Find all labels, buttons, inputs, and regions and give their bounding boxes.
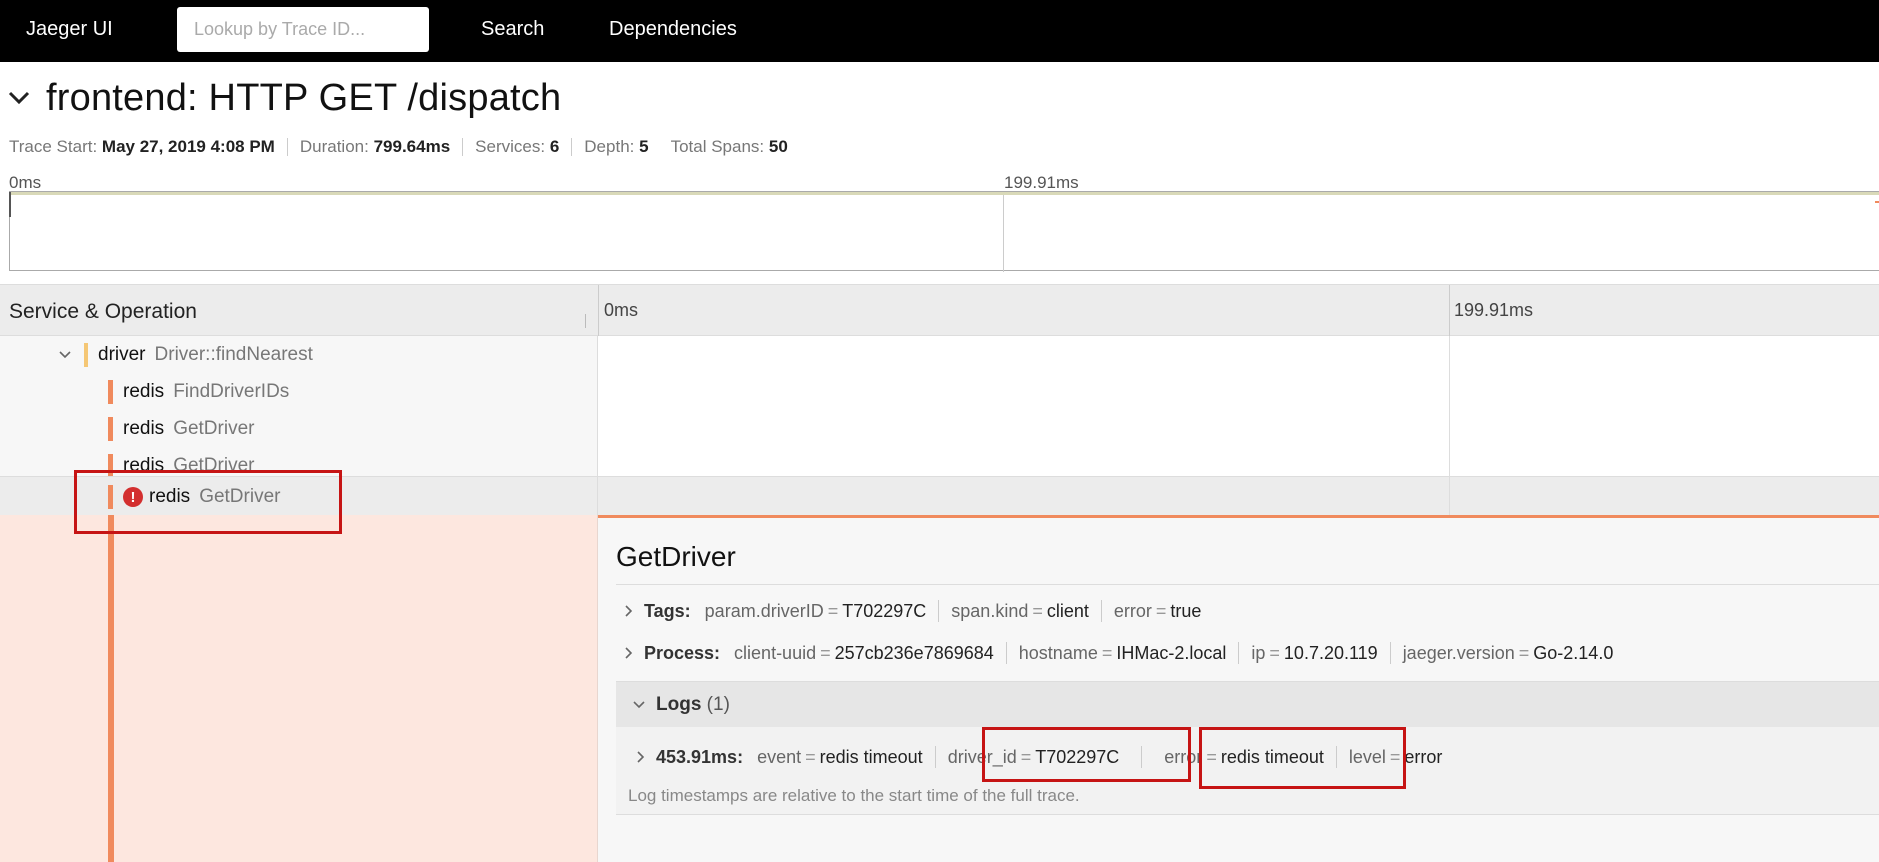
tags-section[interactable]: Tags: param.driverID = T702297C span.kind =… [624,600,1201,622]
column-divider [598,285,599,337]
brand-link[interactable]: Jaeger UI [26,18,113,41]
trace-start-label: Trace Start: [9,137,98,156]
tag-item: error = true [1113,600,1202,621]
trace-start-value: May 27, 2019 4:08 PM [101,137,275,156]
span-timeline-cell[interactable] [598,410,1879,447]
trace-meta: Trace Start: May 27, 2019 4:08 PM Durati… [9,137,788,157]
logs-count: (1) [706,694,730,715]
span-row[interactable]: driver Driver::findNearest [0,336,1879,373]
log-field: driver_id = T702297C [947,746,1120,767]
tags-label: Tags: [644,600,691,621]
services-value: 6 [549,137,560,156]
expand-chevron-icon[interactable] [58,350,72,360]
chevron-down-icon[interactable] [632,700,646,710]
process-section[interactable]: Process: client-uuid = 257cb236e7869684 ho… [624,642,1613,664]
depth-value: 5 [639,137,649,156]
collapse-chevron-icon[interactable] [8,87,30,109]
duration-value: 799.64ms [373,137,451,156]
logs-note: Log timestamps are relative to the start… [628,786,1080,805]
trace-title-row[interactable]: frontend: HTTP GET /dispatch [8,76,561,120]
logs-label: Logs [656,694,702,715]
span-operation: FindDriverIDs [173,381,290,402]
timeline-tick-1: 199.91ms [1454,300,1534,320]
span-service: redis [123,418,165,439]
depth-label: Depth: [584,137,635,156]
minimap-tick-1: 199.91ms [1004,173,1079,192]
chevron-right-icon[interactable] [624,646,634,660]
timeline-gridline [1449,285,1450,337]
span-operation: Driver::findNearest [154,344,313,365]
span-service: redis [149,486,191,507]
minimap-error-span [1875,201,1879,203]
service-operation-header: Service & Operation [9,300,197,323]
span-detail-gutter [0,515,598,862]
span-timeline-cell[interactable] [598,336,1879,373]
chevron-right-icon[interactable] [624,604,634,618]
duration-label: Duration: [299,137,369,156]
span-timeline-cell[interactable] [598,477,1879,516]
total-spans-value: 50 [768,137,788,156]
divider [616,584,1879,585]
log-field: error = redis timeout [1164,746,1324,767]
span-row[interactable]: redis FindDriverIDs [0,373,1879,410]
column-resize-handle[interactable] [585,314,586,328]
process-item: ip = 10.7.20.119 [1251,642,1378,663]
span-operation: GetDriver [173,455,255,476]
divider [462,138,464,156]
trace-minimap[interactable] [9,191,1879,272]
top-nav: Jaeger UI Search Dependencies [0,0,1879,62]
span-row-selected[interactable]: ! redis GetDriver [0,476,1879,516]
process-item: jaeger.version = Go-2.14.0 [1402,642,1614,663]
span-color-bar [108,485,113,509]
span-color-bar [108,380,113,404]
span-timeline-cell[interactable] [598,373,1879,410]
logs-section-header[interactable]: Logs (1) [616,681,1879,727]
process-item: hostname = IHMac-2.local [1018,642,1227,663]
span-color-bar [108,454,113,478]
minimap-span-strip [10,192,1879,195]
divider [571,138,573,156]
log-field: event = redis timeout [757,746,923,767]
span-color-bar [108,417,113,441]
span-detail-color-bar [108,515,114,862]
minimap-gridline [1003,195,1004,272]
minimap-cursor[interactable] [9,192,11,217]
log-field: level = error [1348,746,1443,767]
tag-item: param.driverID = T702297C [704,600,927,621]
trace-timeline-header: Service & Operation 0ms 199.91ms [0,284,1879,337]
tag-item: span.kind = client [951,600,1089,621]
span-operation: GetDriver [199,486,281,507]
total-spans-label: Total Spans: [670,137,765,156]
process-item: client-uuid = 257cb236e7869684 [734,642,994,663]
error-icon: ! [123,487,143,507]
span-detail-title: GetDriver [616,541,736,572]
trace-title: frontend: HTTP GET /dispatch [46,76,562,119]
span-service: redis [123,455,165,476]
services-label: Services: [475,137,546,156]
process-label: Process: [644,642,721,663]
nav-search-link[interactable]: Search [481,18,544,41]
log-time: 453.91ms: [656,746,744,767]
divider [286,138,288,156]
trace-id-lookup-input[interactable] [177,7,429,52]
span-service: driver [98,344,146,365]
chevron-right-icon[interactable] [636,750,646,764]
span-row[interactable]: redis GetDriver [0,410,1879,447]
span-color-bar [84,343,88,367]
nav-dependencies-link[interactable]: Dependencies [609,18,737,41]
timeline-tick-0: 0ms [604,300,639,320]
log-entry[interactable]: 453.91ms: event = redis timeout driver_id =… [636,746,1442,768]
span-operation: GetDriver [173,418,255,439]
minimap-tick-0: 0ms [9,173,42,192]
span-service: redis [123,381,165,402]
